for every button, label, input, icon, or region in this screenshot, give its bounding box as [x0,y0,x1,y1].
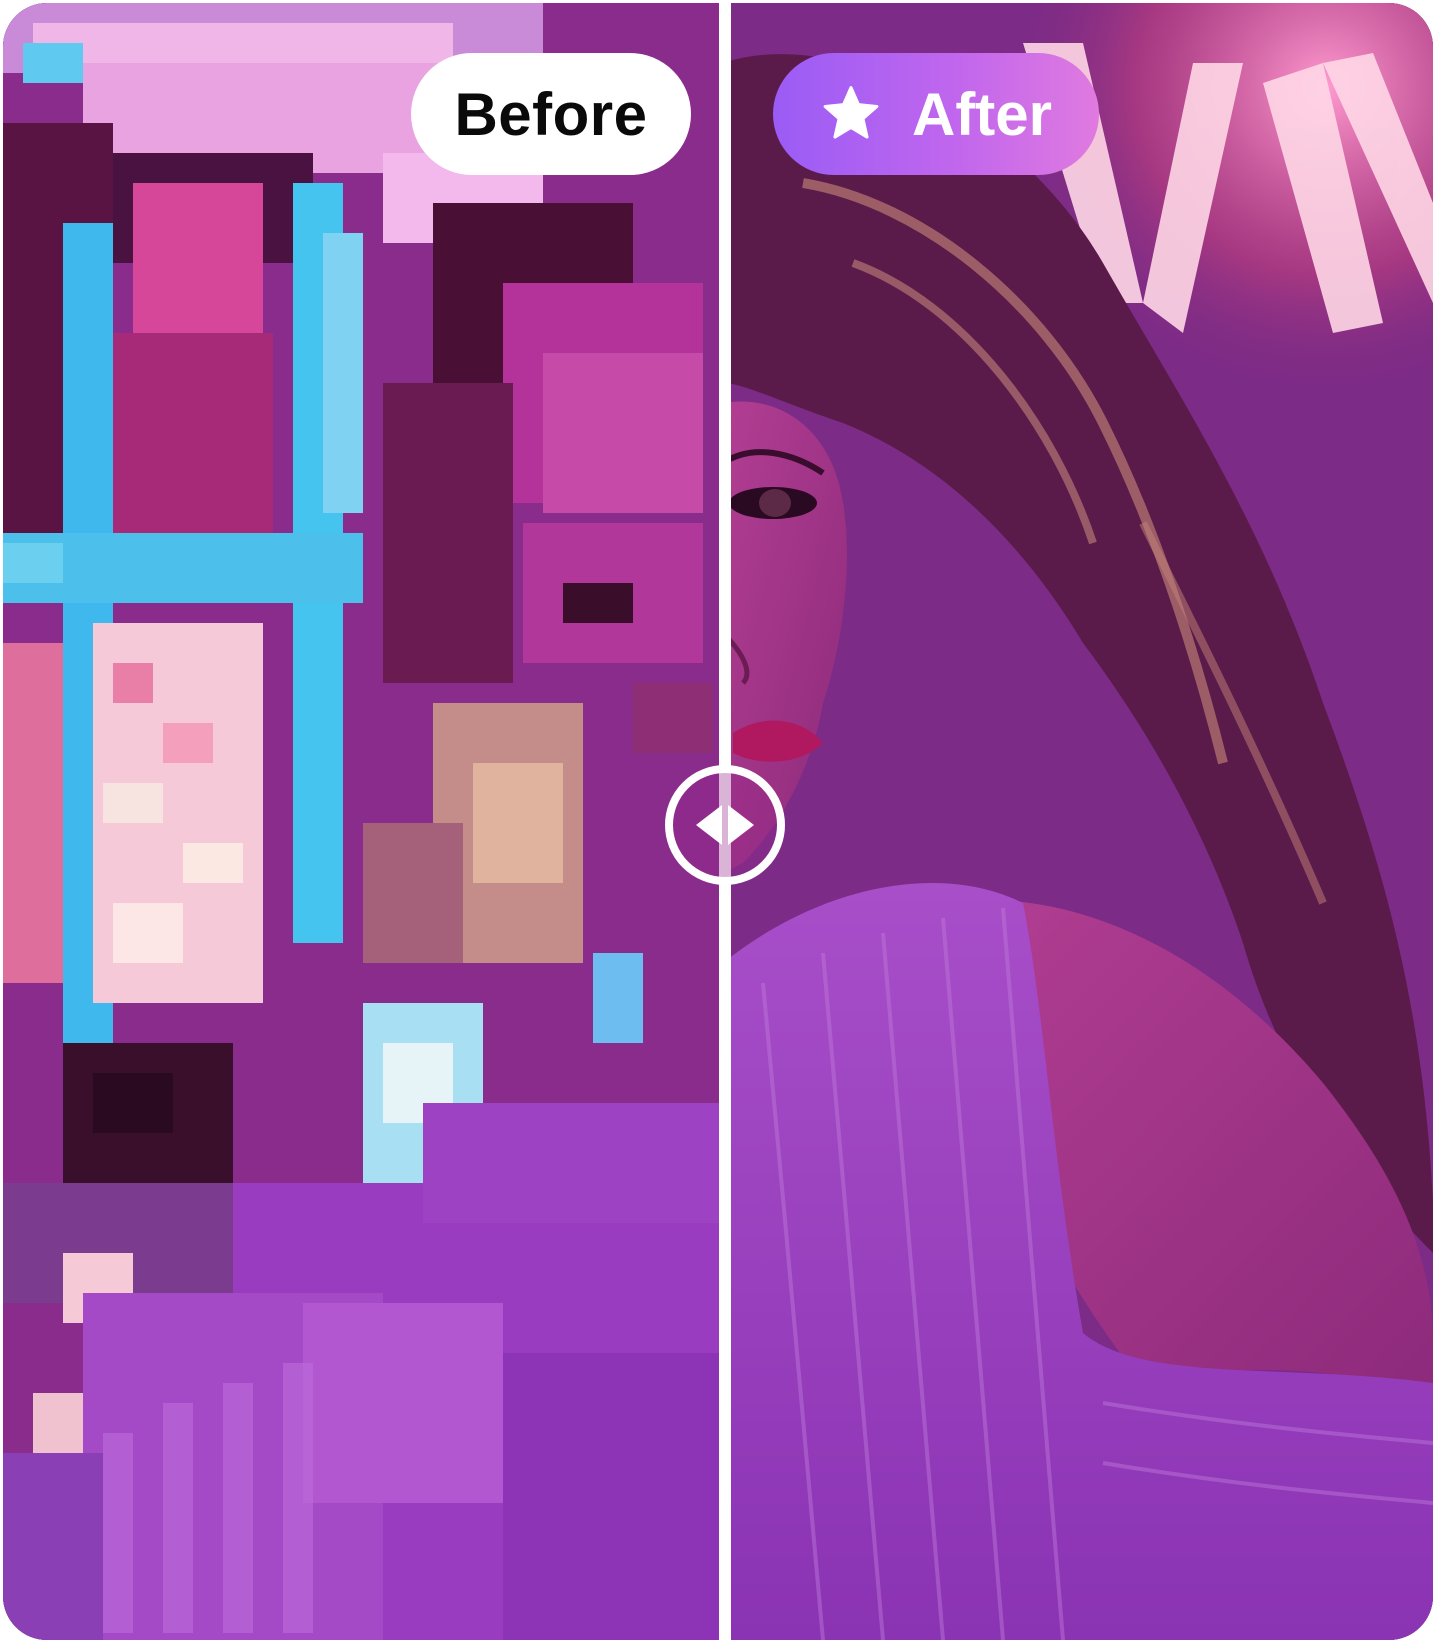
before-label: Before [454,80,648,148]
before-after-comparison: Before After [3,3,1433,1640]
right-arrow-icon [728,805,754,845]
before-badge: Before [411,53,691,175]
star-icon [820,83,882,145]
after-badge: After [773,53,1099,175]
slider-handle[interactable] [665,765,785,885]
after-label: After [911,80,1052,148]
before-image [3,3,723,1640]
pixelated-photo [3,3,723,1640]
enhanced-photo [723,3,1433,1640]
after-image [723,3,1433,1640]
left-arrow-icon [696,805,722,845]
